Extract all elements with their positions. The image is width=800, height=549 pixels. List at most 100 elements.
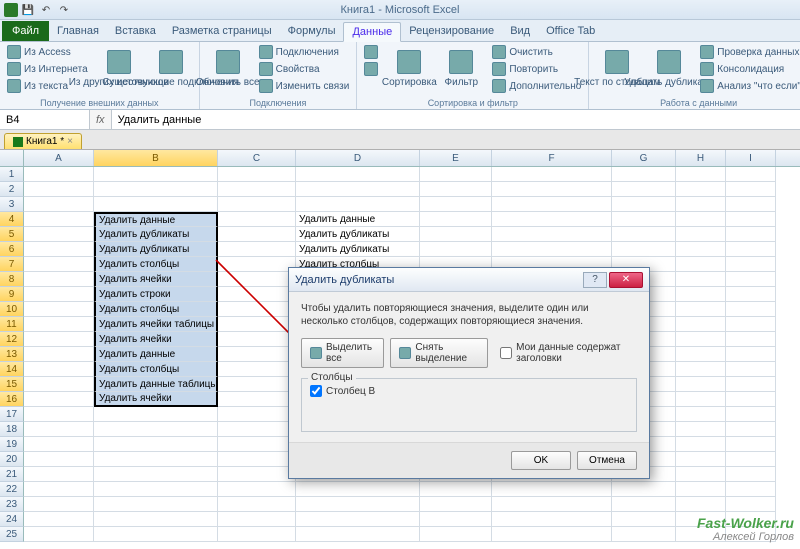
cell-A10[interactable] bbox=[24, 302, 94, 317]
cell-D25[interactable] bbox=[296, 527, 420, 542]
cell-D1[interactable] bbox=[296, 167, 420, 182]
cell-D23[interactable] bbox=[296, 497, 420, 512]
select-all-corner[interactable] bbox=[0, 150, 24, 166]
reapply-button[interactable]: Повторить bbox=[489, 61, 584, 77]
column-header-I[interactable]: I bbox=[726, 150, 776, 166]
cell-H10[interactable] bbox=[676, 302, 726, 317]
tab-вид[interactable]: Вид bbox=[502, 21, 538, 41]
row-header[interactable]: 10 bbox=[0, 302, 24, 317]
cell-H15[interactable] bbox=[676, 377, 726, 392]
cell-H4[interactable] bbox=[676, 212, 726, 227]
column-header-B[interactable]: B bbox=[94, 150, 218, 166]
row-header[interactable]: 17 bbox=[0, 407, 24, 422]
cell-F3[interactable] bbox=[492, 197, 612, 212]
cell-F4[interactable] bbox=[492, 212, 612, 227]
cell-H6[interactable] bbox=[676, 242, 726, 257]
cell-C9[interactable] bbox=[218, 287, 296, 302]
cell-B17[interactable] bbox=[94, 407, 218, 422]
cell-I20[interactable] bbox=[726, 452, 776, 467]
column-header-F[interactable]: F bbox=[492, 150, 612, 166]
cell-A9[interactable] bbox=[24, 287, 94, 302]
cell-A21[interactable] bbox=[24, 467, 94, 482]
cell-F2[interactable] bbox=[492, 182, 612, 197]
cell-I2[interactable] bbox=[726, 182, 776, 197]
formula-input[interactable]: Удалить данные bbox=[112, 110, 800, 129]
cell-I16[interactable] bbox=[726, 392, 776, 407]
cell-I13[interactable] bbox=[726, 347, 776, 362]
tab-рецензирование[interactable]: Рецензирование bbox=[401, 21, 502, 41]
cell-G4[interactable] bbox=[612, 212, 676, 227]
cell-B14[interactable]: Удалить столбцы bbox=[94, 362, 218, 377]
cell-G2[interactable] bbox=[612, 182, 676, 197]
redo-icon[interactable]: ↷ bbox=[56, 2, 72, 18]
row-header[interactable]: 24 bbox=[0, 512, 24, 527]
cell-I15[interactable] bbox=[726, 377, 776, 392]
cell-D5[interactable]: Удалить дубликаты bbox=[296, 227, 420, 242]
row-header[interactable]: 9 bbox=[0, 287, 24, 302]
column-header-G[interactable]: G bbox=[612, 150, 676, 166]
cell-B15[interactable]: Удалить данные таблицы bbox=[94, 377, 218, 392]
cell-D24[interactable] bbox=[296, 512, 420, 527]
cell-B8[interactable]: Удалить ячейки bbox=[94, 272, 218, 287]
cell-C21[interactable] bbox=[218, 467, 296, 482]
cell-H13[interactable] bbox=[676, 347, 726, 362]
cell-C16[interactable] bbox=[218, 392, 296, 407]
cell-B3[interactable] bbox=[94, 197, 218, 212]
row-header[interactable]: 3 bbox=[0, 197, 24, 212]
cell-A25[interactable] bbox=[24, 527, 94, 542]
sort-az-button[interactable] bbox=[361, 44, 381, 60]
cell-C3[interactable] bbox=[218, 197, 296, 212]
row-header[interactable]: 22 bbox=[0, 482, 24, 497]
cell-F1[interactable] bbox=[492, 167, 612, 182]
dialog-close-button[interactable]: ✕ bbox=[609, 272, 643, 288]
cell-B21[interactable] bbox=[94, 467, 218, 482]
row-header[interactable]: 15 bbox=[0, 377, 24, 392]
cell-C7[interactable] bbox=[218, 257, 296, 272]
row-header[interactable]: 18 bbox=[0, 422, 24, 437]
sort-button[interactable]: Сортировка bbox=[385, 44, 433, 94]
cell-E4[interactable] bbox=[420, 212, 492, 227]
cell-B24[interactable] bbox=[94, 512, 218, 527]
undo-icon[interactable]: ↶ bbox=[38, 2, 54, 18]
cell-H22[interactable] bbox=[676, 482, 726, 497]
cell-D22[interactable] bbox=[296, 482, 420, 497]
cell-C23[interactable] bbox=[218, 497, 296, 512]
cell-I17[interactable] bbox=[726, 407, 776, 422]
cell-I14[interactable] bbox=[726, 362, 776, 377]
cell-H1[interactable] bbox=[676, 167, 726, 182]
row-header[interactable]: 14 bbox=[0, 362, 24, 377]
cell-H14[interactable] bbox=[676, 362, 726, 377]
cell-B11[interactable]: Удалить ячейки таблицы bbox=[94, 317, 218, 332]
from-access-button[interactable]: Из Access bbox=[4, 44, 91, 60]
cell-G3[interactable] bbox=[612, 197, 676, 212]
cell-F24[interactable] bbox=[492, 512, 612, 527]
cell-A17[interactable] bbox=[24, 407, 94, 422]
cell-H3[interactable] bbox=[676, 197, 726, 212]
cell-E5[interactable] bbox=[420, 227, 492, 242]
cell-C11[interactable] bbox=[218, 317, 296, 332]
cell-D4[interactable]: Удалить данные bbox=[296, 212, 420, 227]
cell-B19[interactable] bbox=[94, 437, 218, 452]
row-header[interactable]: 25 bbox=[0, 527, 24, 542]
cell-A4[interactable] bbox=[24, 212, 94, 227]
what-if-button[interactable]: Анализ "что если" bbox=[697, 78, 800, 94]
cell-A24[interactable] bbox=[24, 512, 94, 527]
cell-I22[interactable] bbox=[726, 482, 776, 497]
cell-C18[interactable] bbox=[218, 422, 296, 437]
row-header[interactable]: 6 bbox=[0, 242, 24, 257]
column-header-E[interactable]: E bbox=[420, 150, 492, 166]
cell-E6[interactable] bbox=[420, 242, 492, 257]
column-header-A[interactable]: A bbox=[24, 150, 94, 166]
cell-B20[interactable] bbox=[94, 452, 218, 467]
cell-A14[interactable] bbox=[24, 362, 94, 377]
row-header[interactable]: 16 bbox=[0, 392, 24, 407]
cell-H2[interactable] bbox=[676, 182, 726, 197]
cell-A7[interactable] bbox=[24, 257, 94, 272]
cell-A13[interactable] bbox=[24, 347, 94, 362]
cell-H11[interactable] bbox=[676, 317, 726, 332]
row-header[interactable]: 8 bbox=[0, 272, 24, 287]
cell-B5[interactable]: Удалить дубликаты bbox=[94, 227, 218, 242]
row-header[interactable]: 11 bbox=[0, 317, 24, 332]
cell-A12[interactable] bbox=[24, 332, 94, 347]
advanced-button[interactable]: Дополнительно bbox=[489, 78, 584, 94]
